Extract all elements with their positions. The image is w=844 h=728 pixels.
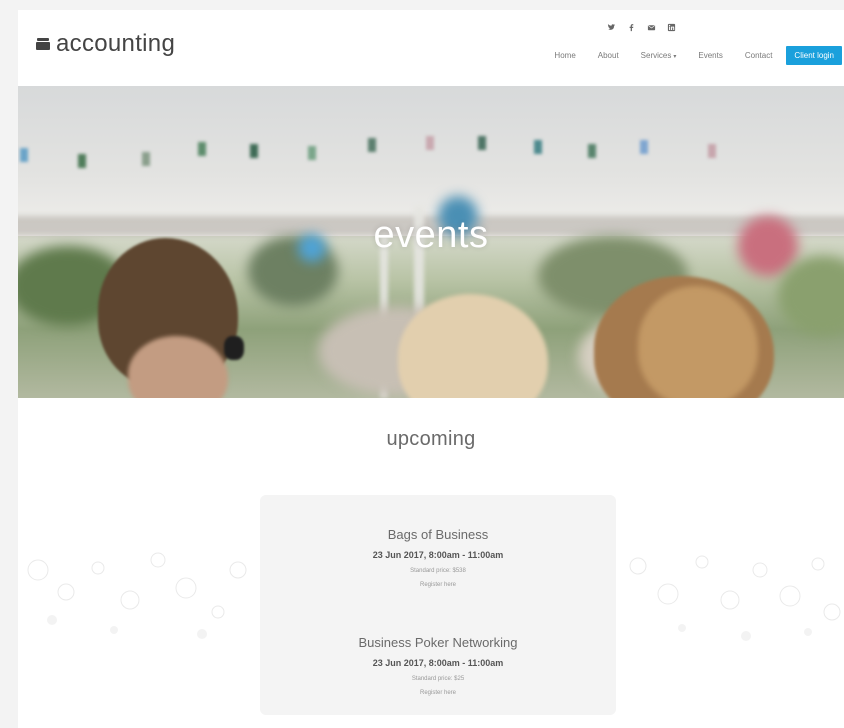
- email-icon[interactable]: [646, 22, 656, 32]
- twitter-icon[interactable]: [606, 22, 616, 32]
- nav-about[interactable]: About: [598, 51, 619, 60]
- event-price: Standard price: $25: [411, 676, 465, 682]
- logo-text: accounting: [56, 30, 176, 57]
- section-title: upcoming: [386, 428, 476, 450]
- person-center-head: [398, 294, 548, 398]
- nav-services-label: Services: [640, 51, 672, 60]
- register-link[interactable]: Register here: [260, 690, 616, 696]
- chevron-down-icon: ▾: [673, 54, 677, 60]
- hero-title: events: [373, 214, 489, 256]
- page: accounting Home About Services ▾ Events C…: [18, 10, 844, 728]
- event-item: Bags of Business 23 Jun 2017, 8:00am - 1…: [260, 527, 616, 588]
- hero-banner: events: [18, 86, 844, 398]
- main-nav: Home About Services ▾ Events Contact Clie…: [532, 46, 842, 65]
- nav-events[interactable]: Events: [698, 51, 722, 60]
- social-links: [606, 22, 676, 32]
- client-login-button[interactable]: Client login: [786, 46, 842, 65]
- event-date: 23 Jun 2017, 8:00am - 11:00am: [372, 550, 504, 560]
- event-name[interactable]: Business Poker Networking: [260, 635, 616, 650]
- logo[interactable]: accounting: [36, 30, 175, 58]
- facebook-icon[interactable]: [626, 22, 636, 32]
- nav-home[interactable]: Home: [554, 51, 575, 60]
- event-price: Standard price: $538: [410, 568, 466, 574]
- nav-services[interactable]: Services ▾: [641, 51, 677, 60]
- register-link[interactable]: Register here: [260, 582, 616, 588]
- briefcase-icon: [36, 38, 50, 50]
- events-card: Bags of Business 23 Jun 2017, 8:00am - 1…: [260, 495, 616, 715]
- event-name[interactable]: Bags of Business: [260, 527, 616, 542]
- event-date: 23 Jun 2017, 8:00am - 11:00am: [372, 658, 504, 668]
- linkedin-icon[interactable]: [666, 22, 676, 32]
- site-header: accounting Home About Services ▾ Events C…: [18, 10, 844, 86]
- event-item: Business Poker Networking 23 Jun 2017, 8…: [260, 635, 616, 696]
- nav-contact[interactable]: Contact: [745, 51, 773, 60]
